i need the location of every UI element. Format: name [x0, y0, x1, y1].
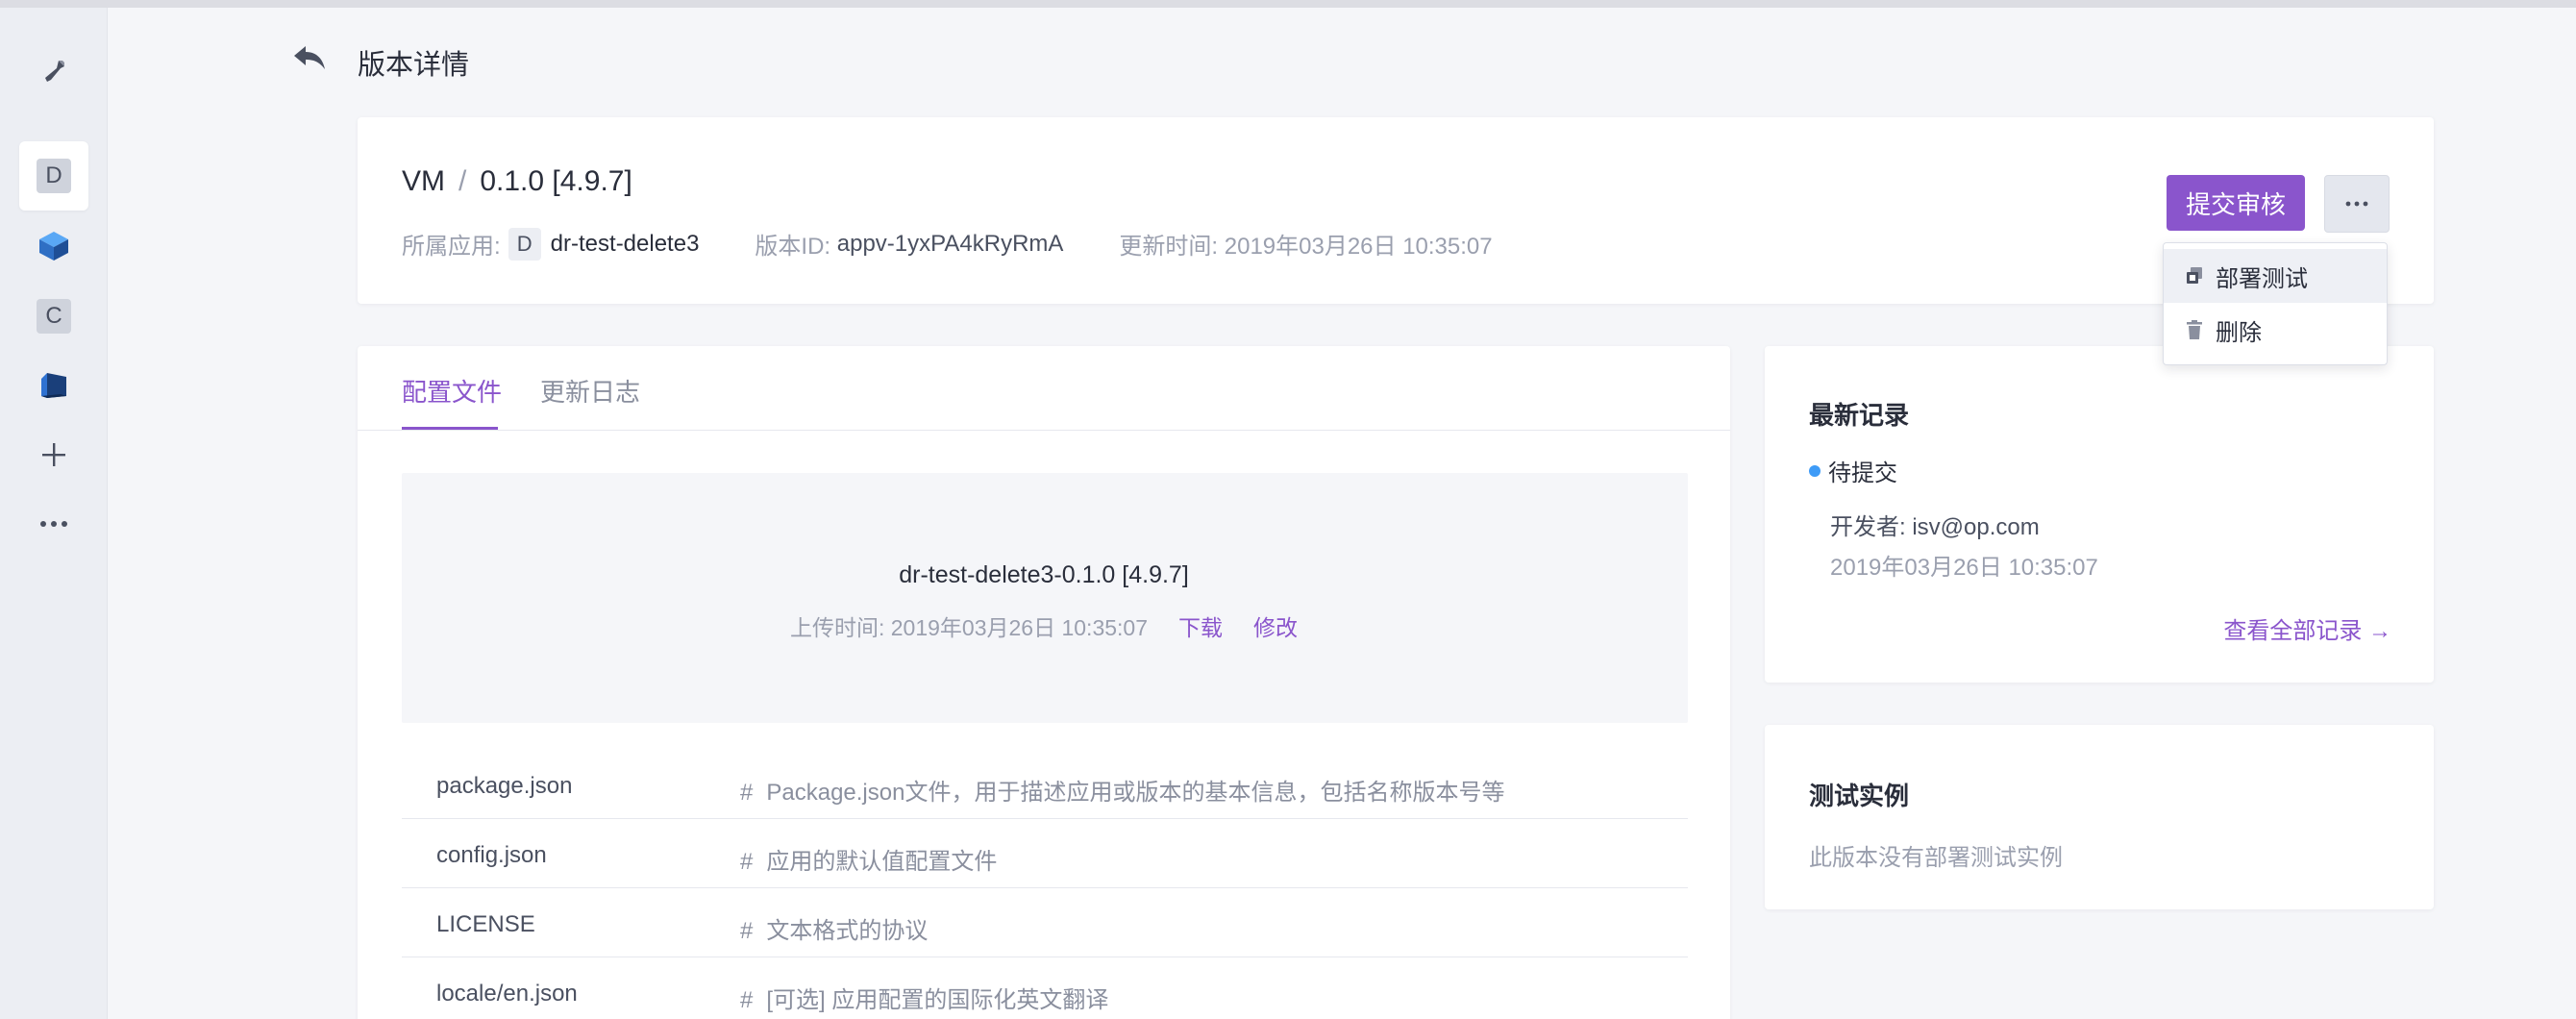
app-badge: D	[508, 227, 541, 261]
config-card: 配置文件 更新日志 dr-test-delete3-0.1.0 [4.9.7] …	[358, 346, 1730, 1019]
sidebar-item-app-d[interactable]: D	[0, 141, 108, 211]
tab-bar: 配置文件 更新日志	[358, 346, 1730, 431]
record-time: 2019年03月26日 10:35:07	[1830, 555, 2098, 581]
ellipsis-icon	[2345, 201, 2368, 207]
file-name: locale/en.json	[436, 981, 578, 1007]
file-row: LICENSE # 文本格式的协议	[402, 888, 1688, 957]
sidebar-item-blue-cube[interactable]	[0, 211, 108, 281]
file-row: locale/en.json # [可选] 应用配置的国际化英文翻译	[402, 957, 1688, 1019]
version-label: 0.1.0 [4.9.7]	[480, 165, 632, 197]
updated-label: 更新时间:	[1119, 234, 1219, 260]
sidebar-item-dark-cube[interactable]	[0, 351, 108, 420]
app-short-name: VM	[402, 165, 445, 197]
sidebar-item-more[interactable]	[0, 489, 108, 559]
tab-changelog[interactable]: 更新日志	[540, 373, 640, 409]
title-separator: /	[458, 165, 467, 197]
test-instances-title: 测试实例	[1809, 782, 1910, 810]
menu-item-delete[interactable]: 删除	[2164, 303, 2387, 357]
page-title: 版本详情	[358, 50, 470, 81]
sidebar-item-tools[interactable]	[0, 37, 108, 106]
tab-config-files[interactable]: 配置文件	[402, 373, 502, 409]
file-row: config.json # 应用的默认值配置文件	[402, 819, 1688, 888]
back-arrow-icon[interactable]	[290, 42, 329, 75]
record-developer: 开发者: isv@op.com	[1830, 514, 2040, 540]
file-name: LICENSE	[436, 911, 535, 937]
file-description: # Package.json文件，用于描述应用或版本的基本信息，包括名称版本号等	[740, 780, 1505, 806]
dark-cube-icon	[41, 373, 66, 398]
test-instances-card: 测试实例 此版本没有部署测试实例	[1765, 725, 2434, 909]
app-d-badge: D	[37, 159, 71, 193]
sidebar: D C	[0, 8, 108, 1019]
more-icon	[40, 521, 67, 527]
status-text: 待提交	[1828, 460, 1897, 486]
updated-time: 2019年03月26日 10:35:07	[1224, 234, 1493, 260]
menu-label-deploy-test: 部署测试	[2216, 265, 2308, 292]
file-name: package.json	[436, 773, 573, 799]
download-link[interactable]: 下载	[1178, 615, 1223, 640]
app-c-badge: C	[37, 299, 71, 334]
top-border	[0, 0, 2576, 8]
blue-cube-icon	[39, 232, 68, 261]
latest-record-title: 最新记录	[1809, 401, 1910, 430]
file-name: config.json	[436, 842, 547, 868]
submit-review-button[interactable]: 提交审核	[2167, 175, 2305, 231]
more-actions-button[interactable]	[2324, 175, 2390, 233]
upload-time: 上传时间: 2019年03月26日 10:35:07	[789, 615, 1149, 640]
wrench-icon	[45, 61, 64, 82]
test-instances-empty: 此版本没有部署测试实例	[1809, 845, 2063, 871]
more-actions-dropdown: 部署测试 删除	[2163, 242, 2388, 365]
record-status: 待提交	[1809, 454, 1897, 487]
menu-item-deploy-test[interactable]: 部署测试	[2164, 249, 2387, 303]
latest-record-card: 最新记录 待提交 开发者: isv@op.com 2019年03月26日 10:…	[1765, 346, 2434, 683]
app-name[interactable]: dr-test-delete3	[551, 231, 700, 258]
app-label: 所属应用:	[402, 234, 501, 260]
sidebar-item-app-c[interactable]: C	[0, 282, 108, 351]
view-all-records-link[interactable]: 查看全部记录 →	[2223, 611, 2391, 645]
plus-icon	[42, 443, 65, 466]
package-meta: 上传时间: 2019年03月26日 10:35:07 下载 修改	[358, 609, 1730, 642]
file-row: package.json # Package.json文件，用于描述应用或版本的基…	[402, 750, 1688, 819]
version-id-label: 版本ID:	[755, 234, 831, 260]
version-title: VM / 0.1.0 [4.9.7]	[402, 165, 632, 198]
file-description: # 文本格式的协议	[740, 918, 929, 944]
version-id: appv-1yxPA4kRyRmA	[836, 230, 1064, 257]
deploy-icon	[2187, 267, 2202, 284]
file-description: # [可选] 应用配置的国际化英文翻译	[740, 987, 1109, 1013]
menu-label-delete: 删除	[2216, 319, 2262, 346]
status-dot	[1809, 464, 1821, 477]
edit-link[interactable]: 修改	[1253, 615, 1298, 640]
active-tab-indicator	[402, 427, 498, 430]
file-description: # 应用的默认值配置文件	[740, 849, 998, 875]
version-meta: 所属应用: D dr-test-delete3 版本ID: appv-1yxPA…	[402, 227, 1493, 261]
package-name: dr-test-delete3-0.1.0 [4.9.7]	[899, 561, 1189, 588]
trash-icon	[2187, 320, 2202, 339]
package-box	[402, 473, 1688, 723]
version-card: VM / 0.1.0 [4.9.7] 所属应用: D dr-test-delete3…	[358, 117, 2434, 304]
sidebar-item-add[interactable]	[0, 420, 108, 489]
